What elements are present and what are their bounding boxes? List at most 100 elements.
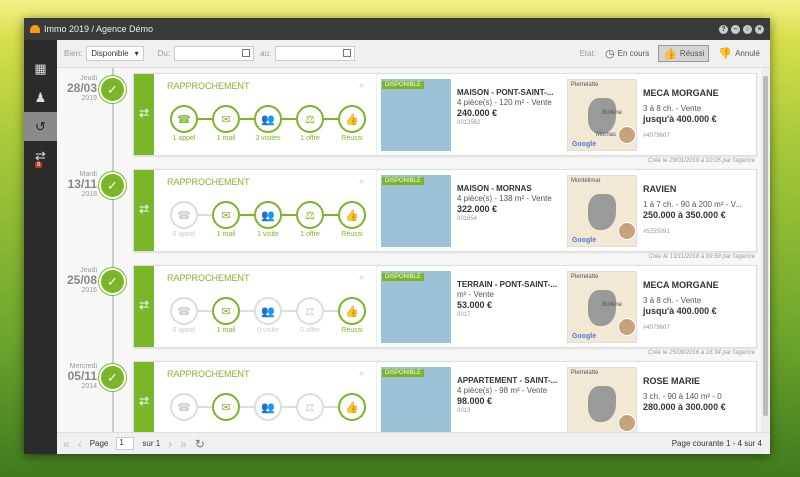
match-card[interactable]: ⇄ RAPPROCHEMENT ⌕ ☎ ✉ 👥 ⚖ 👍 DISPONIBLE APPAR…: [133, 361, 757, 432]
calendar-icon[interactable]: [343, 49, 352, 57]
property-price: 240.000 €: [457, 108, 498, 118]
search-icon[interactable]: ⌕: [359, 272, 365, 283]
mail-icon[interactable]: ✉: [212, 105, 240, 133]
client-budget: 250.000 à 350.000 €: [643, 210, 726, 220]
bien-label: Bien:: [64, 49, 83, 58]
map-thumbnail[interactable]: Montélimar Google: [567, 175, 637, 247]
timeline-entry: Jeudi 28/03 2019 ✓ ⇄ RAPPROCHEMENT ⌕ ☎ 1 …: [57, 73, 757, 169]
property-panel[interactable]: DISPONIBLE APPARTEMENT - SAINT-... 4 piè…: [376, 362, 756, 432]
annule-button[interactable]: 👎 Annulé: [714, 45, 764, 62]
offer-icon[interactable]: ⚖: [296, 201, 324, 229]
step-connector: [240, 310, 254, 312]
created-note: Crée le 13/11/2018 à 09:58 par l'agence: [648, 254, 755, 260]
mail-icon[interactable]: ✉: [212, 201, 240, 229]
au-label: au:: [260, 49, 272, 58]
search-icon[interactable]: ⌕: [359, 176, 365, 187]
property-photo[interactable]: [381, 271, 451, 343]
visits-icon[interactable]: 👥: [254, 393, 282, 421]
check-icon: ✓: [99, 172, 126, 199]
thumbs-up-icon[interactable]: 👍: [338, 297, 366, 325]
visits-icon[interactable]: 👥: [254, 105, 282, 133]
map-area: [588, 290, 616, 326]
annule-label: Annulé: [735, 49, 760, 58]
property-photo[interactable]: [381, 79, 451, 151]
help-icon[interactable]: ?: [719, 24, 728, 34]
exchange-icon[interactable]: ⇄ 8: [24, 141, 57, 170]
building-icon[interactable]: ▦: [24, 54, 57, 83]
map-city: Montélimar: [571, 178, 601, 184]
thumbs-up-icon[interactable]: 👍: [338, 105, 366, 133]
google-logo: Google: [572, 141, 597, 148]
thumbs-up-icon[interactable]: 👍: [338, 393, 366, 421]
mail-icon[interactable]: ✉: [212, 393, 240, 421]
history-icon[interactable]: ↺: [24, 112, 57, 141]
entry-date: Jeudi 25/08 2016: [57, 267, 97, 294]
offer-icon[interactable]: ⚖: [296, 297, 324, 325]
du-label: Du:: [157, 49, 171, 58]
card-title: RAPPROCHEMENT: [167, 273, 250, 283]
bien-select[interactable]: Disponible ▾: [86, 46, 144, 61]
phone-icon[interactable]: ☎: [170, 297, 198, 325]
check-icon: ✓: [99, 76, 126, 103]
phone-icon[interactable]: ☎: [170, 105, 198, 133]
match-card[interactable]: ⇄ RAPPROCHEMENT ⌕ ☎ 1 appel ✉ 1 mail 👥 3 visi…: [133, 73, 757, 156]
property-panel[interactable]: DISPONIBLE MAISON - MORNAS 4 pièce(s) - …: [376, 170, 756, 251]
step-connector: [282, 406, 296, 408]
offer-icon[interactable]: ⚖: [296, 105, 324, 133]
map-area: [588, 386, 616, 422]
refresh-icon[interactable]: ↻: [195, 437, 205, 451]
thumbs-up-icon[interactable]: 👍: [338, 201, 366, 229]
phone-icon[interactable]: ☎: [170, 201, 198, 229]
prev-page-icon[interactable]: ‹: [78, 437, 82, 451]
offer-icon[interactable]: ⚖: [296, 393, 324, 421]
check-icon: ✓: [99, 364, 126, 391]
next-page-icon[interactable]: ›: [168, 437, 172, 451]
property-ref: 001654: [457, 216, 478, 222]
phone-icon[interactable]: ☎: [170, 393, 198, 421]
timeline-list: Jeudi 28/03 2019 ✓ ⇄ RAPPROCHEMENT ⌕ ☎ 1 …: [57, 68, 761, 432]
match-card[interactable]: ⇄ RAPPROCHEMENT ⌕ ☎ 0 appel ✉ 1 mail 👥 1 visi…: [133, 169, 757, 252]
step-connector: [198, 214, 212, 216]
property-panel[interactable]: DISPONIBLE MAISON - PONT-SAINT-... 4 piè…: [376, 74, 756, 155]
entry-year: 2016: [81, 287, 97, 294]
visits-icon[interactable]: 👥: [254, 201, 282, 229]
step-connector: [198, 310, 212, 312]
minimize-icon[interactable]: –: [731, 24, 740, 34]
property-panel[interactable]: DISPONIBLE TERRAIN - PONT-SAINT-... m² -…: [376, 266, 756, 347]
property-photo[interactable]: [381, 175, 451, 247]
date-from-input[interactable]: [174, 46, 255, 61]
visits-icon[interactable]: 👥: [254, 297, 282, 325]
search-icon[interactable]: ⌕: [359, 80, 365, 91]
page-total: sur 1: [142, 439, 161, 448]
step-connector: [282, 118, 296, 120]
avatar: [618, 126, 636, 144]
scrollbar-thumb[interactable]: [763, 76, 768, 416]
person-icon[interactable]: ♟: [24, 83, 57, 112]
avatar: [618, 414, 636, 432]
maximize-icon[interactable]: ○: [743, 24, 752, 34]
first-page-icon[interactable]: «: [63, 437, 70, 451]
step-connector: [240, 118, 254, 120]
map-thumbnail[interactable]: Pierrelatte: [567, 367, 637, 432]
page-input[interactable]: 1: [116, 437, 135, 450]
en-cours-button[interactable]: ◷ En cours: [601, 45, 653, 62]
match-card[interactable]: ⇄ RAPPROCHEMENT ⌕ ☎ 0 appel ✉ 1 mail 👥 0 visi…: [133, 265, 757, 348]
date-to-input[interactable]: [275, 46, 356, 61]
step-connector: [282, 310, 296, 312]
reussi-button[interactable]: 👍 Réussi: [658, 45, 710, 62]
card-title: RAPPROCHEMENT: [167, 369, 250, 379]
map-thumbnail[interactable]: Pierrelatte Bollène Google: [567, 271, 637, 343]
close-icon[interactable]: ×: [755, 24, 764, 34]
search-icon[interactable]: ⌕: [359, 368, 365, 379]
step-connector: [324, 406, 338, 408]
card-title: RAPPROCHEMENT: [167, 81, 250, 91]
map-thumbnail[interactable]: Pierrelatte Bollène Mornas Google: [567, 79, 637, 151]
property-ref: 0013562: [457, 120, 481, 126]
scrollbar[interactable]: [761, 68, 770, 432]
exchange-icon: ⇄: [134, 74, 154, 155]
mail-icon[interactable]: ✉: [212, 297, 240, 325]
last-page-icon[interactable]: »: [180, 437, 187, 451]
status-badge: DISPONIBLE: [382, 177, 425, 185]
client-name: RAVIEN: [643, 184, 677, 194]
calendar-icon[interactable]: [242, 49, 251, 57]
